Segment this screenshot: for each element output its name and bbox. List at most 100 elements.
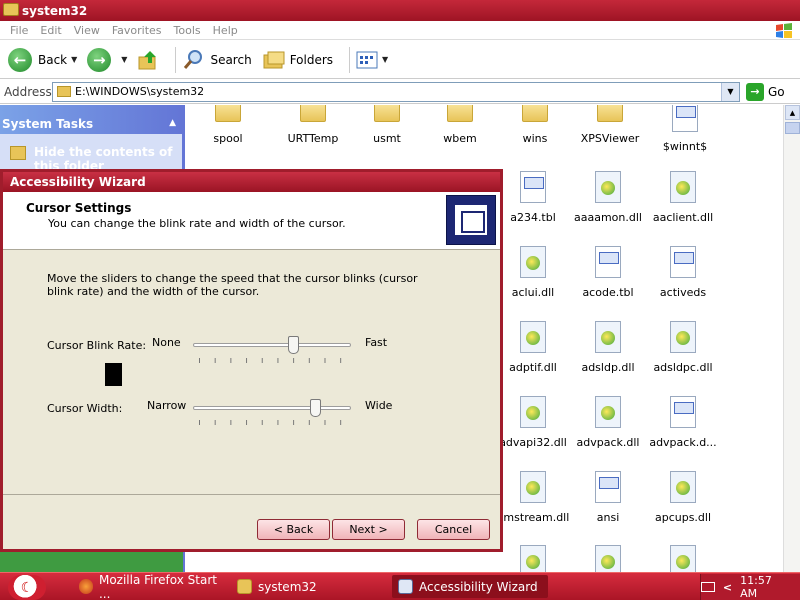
wizard-description: Move the sliders to change the speed tha… (47, 272, 418, 298)
wizard-heading: Cursor Settings (26, 201, 132, 215)
system-tasks-header[interactable]: System Tasks ▲ (0, 114, 182, 134)
go-button[interactable]: → Go (746, 82, 785, 101)
scrollbar-thumb[interactable] (785, 122, 800, 134)
dll-icon (520, 396, 546, 428)
toolbar-separator (175, 46, 177, 73)
back-button[interactable]: < Back (257, 519, 330, 540)
chevron-down-icon[interactable]: ▼ (121, 55, 127, 64)
menu-tools[interactable]: Tools (174, 24, 201, 37)
hide-folder-icon (10, 146, 26, 160)
tray-expand-icon[interactable]: < (723, 581, 732, 594)
file-name: spool (213, 132, 243, 145)
folder-icon (57, 86, 71, 97)
file-item[interactable]: adsldp.dll (566, 321, 650, 374)
menu-view[interactable]: View (74, 24, 100, 37)
next-button[interactable]: Next > (332, 519, 405, 540)
vertical-scrollbar[interactable]: ▲ (783, 105, 800, 573)
back-arrow-icon: ← (8, 47, 32, 72)
menu-favorites[interactable]: Favorites (112, 24, 162, 37)
file-item[interactable]: amstream.dll (491, 471, 575, 524)
cursor-width-label: Cursor Width: (47, 402, 123, 415)
file-name: aclui.dll (511, 286, 555, 299)
wizard-title-bar[interactable]: Accessibility Wizard (3, 172, 500, 192)
file-item[interactable]: aaaamon.dll (566, 171, 650, 224)
dll-icon (670, 321, 696, 353)
views-icon (356, 51, 378, 68)
file-name: advpack.dll (576, 436, 640, 449)
wizard-title: Accessibility Wizard (10, 175, 146, 189)
file-item[interactable]: activeds (641, 246, 725, 299)
collapse-icon[interactable]: ▲ (169, 118, 176, 128)
cursor-width-max-label: Wide (365, 399, 393, 412)
file-item[interactable]: usmt (345, 105, 429, 145)
file-item[interactable]: wbem (418, 105, 502, 145)
file-name: adptif.dll (509, 361, 557, 374)
file-item[interactable]: aaclient.dll (641, 171, 725, 224)
dll-icon[interactable] (670, 545, 696, 573)
document-icon (670, 246, 696, 278)
cursor-width-slider-track[interactable] (193, 406, 351, 410)
menu-edit[interactable]: Edit (40, 24, 61, 37)
file-item[interactable]: advpack.dll (566, 396, 650, 449)
address-value: E:\WINDOWS\system32 (75, 85, 205, 98)
cursor-width-slider-thumb[interactable] (309, 399, 321, 417)
taskbar-accessibility-wizard[interactable]: Accessibility Wizard (392, 575, 548, 598)
folders-button[interactable]: Folders (262, 49, 333, 71)
file-name: apcups.dll (654, 511, 712, 524)
start-button[interactable]: ☾ (8, 575, 46, 600)
file-name: activeds (659, 286, 707, 299)
file-item[interactable]: XPSViewer (568, 105, 652, 145)
settings-file-icon (672, 105, 698, 132)
chevron-down-icon[interactable]: ▼ (71, 55, 77, 64)
file-item[interactable]: advpack.d... (641, 396, 725, 449)
folder-icon (597, 105, 623, 122)
file-item[interactable]: adptif.dll (491, 321, 575, 374)
file-item[interactable]: ansi (566, 471, 650, 524)
file-name: a234.tbl (510, 211, 556, 224)
folder-icon (215, 105, 241, 122)
blink-rate-min-label: None (152, 336, 181, 349)
blink-rate-slider-track[interactable] (193, 343, 351, 347)
file-item[interactable]: adsldpc.dll (641, 321, 725, 374)
menu-help[interactable]: Help (213, 24, 238, 37)
toolbar: ← Back ▼ → ▼ Search Folders ▼ (0, 41, 800, 79)
forward-arrow-icon: → (87, 47, 112, 72)
search-button[interactable]: Search (182, 48, 252, 72)
file-name: ansi (596, 511, 620, 524)
address-input[interactable]: E:\WINDOWS\system32 ▼ (52, 81, 740, 102)
file-item[interactable]: apcups.dll (641, 471, 725, 524)
file-item[interactable]: aclui.dll (491, 246, 575, 299)
document-icon (595, 246, 621, 278)
dll-icon (595, 321, 621, 353)
file-item[interactable]: acode.tbl (566, 246, 650, 299)
cancel-button[interactable]: Cancel (417, 519, 490, 540)
taskbar-firefox[interactable]: Mozilla Firefox Start ... (73, 573, 223, 601)
taskbar-system32[interactable]: system32 (231, 575, 381, 598)
folder-icon (237, 579, 252, 594)
file-item[interactable]: URTTemp (271, 105, 355, 145)
file-item[interactable]: $winnt$ (643, 105, 727, 153)
keyboard-icon[interactable] (701, 582, 715, 592)
search-label: Search (210, 52, 252, 67)
file-name: aaaamon.dll (574, 211, 642, 224)
menu-file[interactable]: File (10, 24, 28, 37)
file-item[interactable]: wins (493, 105, 577, 145)
chevron-down-icon[interactable]: ▼ (382, 55, 388, 64)
menu-bar: File Edit View Favorites Tools Help (0, 21, 800, 40)
window-title-bar[interactable]: system32 (0, 0, 800, 21)
chevron-down-icon[interactable]: ▼ (721, 82, 739, 101)
dll-icon[interactable] (595, 545, 621, 573)
dll-icon[interactable] (520, 545, 546, 573)
dll-icon (670, 471, 696, 503)
views-button[interactable]: ▼ (356, 51, 388, 69)
blink-rate-slider-thumb[interactable] (287, 336, 299, 354)
file-item[interactable]: advapi32.dll (491, 396, 575, 449)
file-item[interactable]: spool (186, 105, 270, 145)
up-folder-button[interactable] (137, 49, 159, 71)
forward-button[interactable]: → ▼ (87, 47, 127, 72)
file-item[interactable]: a234.tbl (491, 171, 575, 224)
scroll-up-icon[interactable]: ▲ (785, 105, 800, 120)
address-bar: Address E:\WINDOWS\system32 ▼ → Go (0, 80, 800, 104)
back-button[interactable]: ← Back ▼ (8, 47, 77, 72)
go-label: Go (768, 84, 785, 99)
